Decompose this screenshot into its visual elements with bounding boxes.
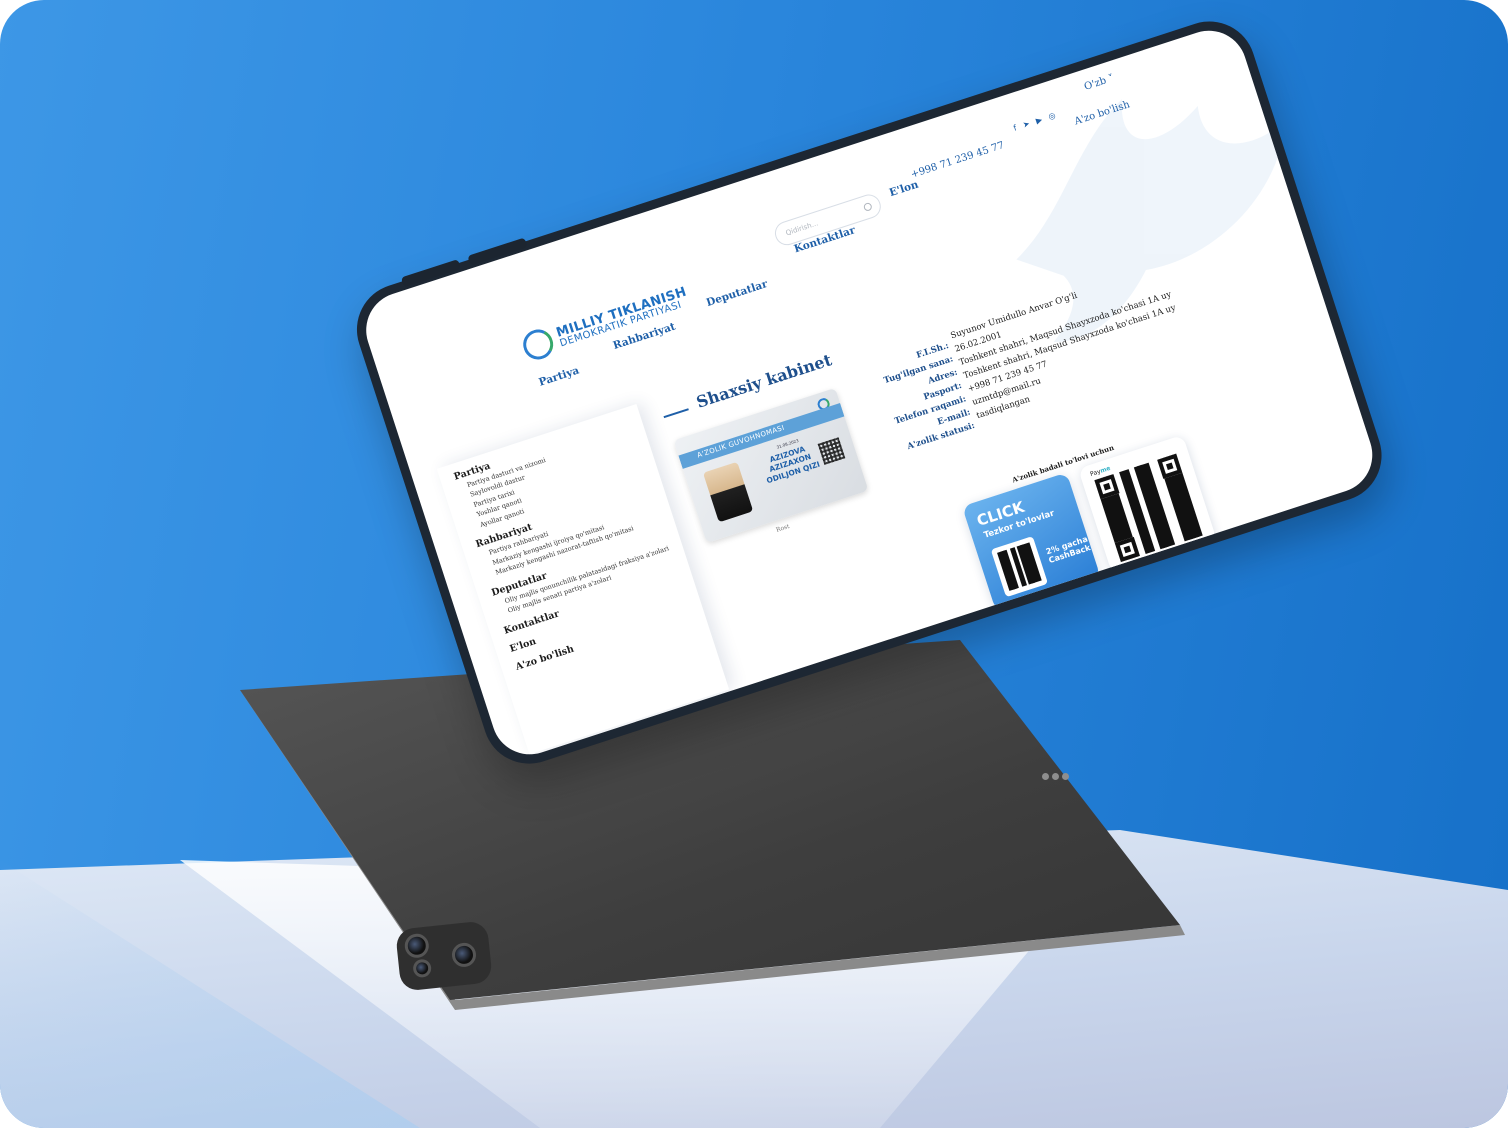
click-payment-qr[interactable]: CLICK Tezkor to'lovlar 2% gacha CashBack — [961, 472, 1101, 612]
camera-module-icon — [395, 920, 493, 992]
tablet-screen: MILLIY TIKLANISH DEMOKRATIK PARTIYASI Qi… — [356, 20, 1383, 765]
click-cashback: 2% gacha CashBack — [1044, 534, 1092, 565]
info-row: F.I.Sh.: Suyunov Umidullo Anvar O'g'li — [915, 290, 1079, 361]
info-row: Tug'ilgan sana: 26.02.2001 — [882, 330, 1004, 387]
social-links: f ➤ ▶ ◎ — [1012, 111, 1056, 133]
card-photo — [702, 461, 754, 523]
mockup-background: MILLIY TIKLANISH DEMOKRATIK PARTIYASI Qi… — [0, 0, 1508, 1128]
smart-connector-icon — [1042, 765, 1072, 784]
search-icon[interactable] — [862, 201, 873, 212]
header-phone[interactable]: +998 71 239 45 77 — [910, 140, 1006, 181]
info-row: Pasport: Toshkent shahri, Maqsud Shayxzo… — [922, 302, 1178, 403]
info-row: E-mail: uzmtdp@mail.ru — [936, 376, 1043, 428]
facebook-icon[interactable]: f — [1012, 123, 1017, 132]
title-accent-line — [663, 408, 689, 419]
click-qr-icon — [990, 536, 1049, 598]
camera-lens-icon — [403, 932, 430, 959]
profile-info: F.I.Sh.: Suyunov Umidullo Anvar O'g'li T… — [857, 289, 1178, 463]
telegram-icon[interactable]: ➤ — [1022, 119, 1031, 130]
logo-icon — [519, 325, 558, 364]
info-row: A'zolik statusi: tasdiqlangan — [906, 394, 1032, 453]
nav-item-partiya[interactable]: Partiya — [537, 364, 580, 388]
camera-lens-icon — [450, 941, 478, 969]
instagram-icon[interactable]: ◎ — [1047, 111, 1056, 122]
join-button[interactable]: A'zo bo'lish — [1073, 99, 1131, 127]
nav-item-deputatlar[interactable]: Deputatlar — [705, 278, 769, 309]
language-selector[interactable]: O'zb ˅ — [1083, 73, 1116, 93]
camera-flash-icon — [412, 958, 433, 979]
info-row: Adres: Toshkent shahri, Maqsud Shayxzoda… — [926, 289, 1173, 387]
info-row: Telefon raqami: +998 71 239 45 77 — [893, 359, 1049, 427]
card-caption: Rost — [775, 522, 791, 534]
membership-card: A'ZOLIK GUVOHNOMASI 31.08.2023 AZIZOVA A… — [673, 387, 869, 544]
youtube-icon[interactable]: ▶ — [1035, 115, 1044, 125]
nav-item-elon[interactable]: E'lon — [888, 179, 920, 200]
